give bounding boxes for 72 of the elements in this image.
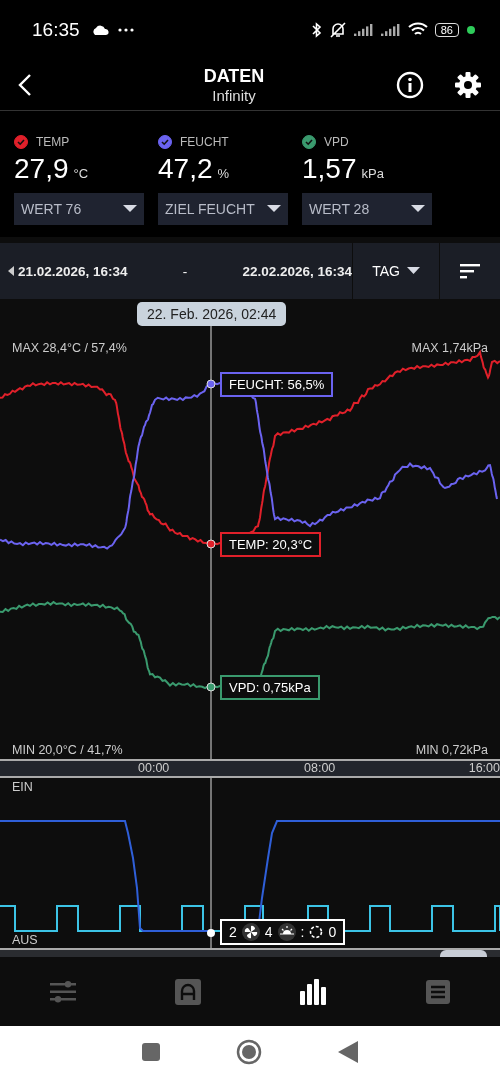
bar-chart-icon bbox=[299, 978, 326, 1005]
cursor-marker bbox=[206, 682, 216, 692]
checkbox-icon[interactable] bbox=[14, 135, 28, 149]
caret-icon bbox=[267, 205, 281, 213]
metric-label: VPD bbox=[324, 135, 349, 149]
status-dot-icon bbox=[466, 25, 476, 35]
readout-value: 0 bbox=[328, 924, 337, 940]
back-button[interactable] bbox=[18, 73, 32, 97]
caret-icon bbox=[123, 205, 137, 213]
checkbox-icon[interactable] bbox=[302, 135, 316, 149]
caret-icon bbox=[411, 205, 425, 213]
dropdown[interactable]: WERT 76 bbox=[14, 193, 144, 225]
value-callout: TEMP: 20,3°C bbox=[220, 532, 322, 557]
range-separator: - bbox=[181, 263, 189, 279]
date-tooltip: 22. Feb. 2026, 02:44 bbox=[137, 302, 287, 326]
min-label: MIN 0,72kPa bbox=[415, 743, 488, 757]
cursor-line[interactable] bbox=[210, 778, 212, 948]
end-date[interactable]: 22.02.2026, 16:34 bbox=[242, 263, 352, 279]
checkbox-icon[interactable] bbox=[158, 135, 172, 149]
list-icon bbox=[425, 979, 450, 1004]
cursor-marker bbox=[206, 379, 216, 389]
dropdown[interactable]: ZIEL FEUCHT bbox=[158, 193, 288, 225]
clock: 16:35 bbox=[32, 19, 80, 41]
signal-icon bbox=[353, 24, 374, 36]
metric-label: FEUCHT bbox=[180, 135, 229, 149]
off-label: AUS bbox=[12, 933, 38, 947]
metric-value: 1,57 bbox=[302, 153, 357, 185]
axis-label: 08:00 bbox=[304, 761, 336, 776]
scroll-handle[interactable] bbox=[440, 950, 487, 957]
caret-icon bbox=[406, 267, 420, 275]
value-callout: VPD: 0,75kPa bbox=[220, 675, 320, 700]
bluetooth-icon bbox=[311, 22, 322, 38]
sliders-icon bbox=[49, 980, 76, 1003]
scroll-bar[interactable] bbox=[0, 950, 500, 957]
page-subtitle: Infinity bbox=[212, 87, 256, 104]
more-icon bbox=[117, 28, 134, 32]
max-label: MAX 1,74kPa bbox=[411, 341, 488, 355]
metric-value: 27,9 bbox=[14, 153, 69, 185]
letter-a-icon bbox=[174, 978, 201, 1005]
period-dropdown[interactable]: TAG bbox=[352, 243, 440, 299]
value-callout: FEUCHT: 56,5% bbox=[220, 372, 334, 397]
cloud-icon bbox=[90, 24, 111, 36]
page-title: DATEN bbox=[203, 66, 265, 87]
dropdown[interactable]: WERT 28 bbox=[302, 193, 432, 225]
metric-label: TEMP bbox=[36, 135, 70, 149]
on-label: EIN bbox=[12, 780, 33, 794]
cursor-marker bbox=[206, 539, 216, 549]
readout-value: 4 bbox=[264, 924, 273, 940]
home-button[interactable] bbox=[236, 1039, 262, 1065]
dotted-ring-icon bbox=[309, 925, 324, 939]
max-label: MAX 28,4°C / 57,4% bbox=[12, 341, 127, 355]
cursor-marker bbox=[207, 929, 215, 937]
fan-icon bbox=[241, 923, 260, 941]
start-date[interactable]: 21.02.2026, 16:34 bbox=[18, 263, 128, 279]
back-nav-button[interactable] bbox=[338, 1041, 358, 1063]
axis-label: 16:00 bbox=[468, 761, 500, 776]
metric-value: 47,2 bbox=[158, 153, 213, 185]
info-button[interactable] bbox=[396, 71, 424, 99]
battery-indicator: 86 bbox=[434, 23, 459, 37]
metric-unit: % bbox=[217, 166, 230, 181]
readout-value: : bbox=[300, 924, 305, 940]
min-label: MIN 20,0°C / 41,7% bbox=[12, 743, 123, 757]
readout-value: 2 bbox=[229, 924, 237, 940]
previous-icon[interactable] bbox=[8, 266, 14, 276]
sort-icon bbox=[460, 263, 480, 279]
signal-icon bbox=[380, 24, 401, 36]
settings-button[interactable] bbox=[454, 71, 482, 99]
metric-unit: kPa bbox=[361, 166, 384, 181]
metric-unit: °C bbox=[73, 166, 89, 181]
sun-icon bbox=[277, 923, 296, 941]
muted-bell-icon bbox=[328, 22, 347, 38]
axis-label: 00:00 bbox=[138, 761, 170, 776]
